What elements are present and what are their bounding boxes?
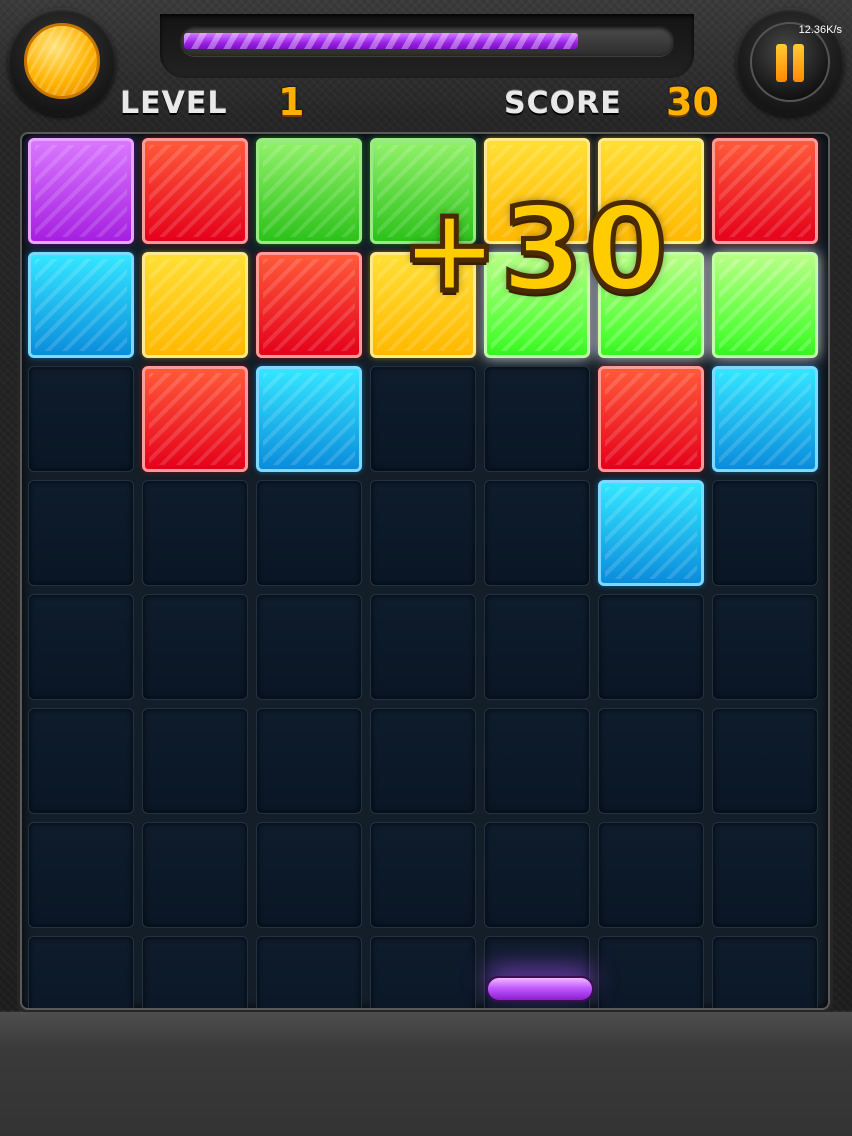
level-progress-bar: [180, 26, 674, 56]
green-block[interactable]: [712, 252, 818, 358]
empty-cell: [28, 366, 134, 472]
empty-cell: [256, 594, 362, 700]
empty-cell: [712, 936, 818, 1008]
empty-cell: [598, 936, 704, 1008]
empty-cell: [370, 480, 476, 586]
blue-block[interactable]: [598, 480, 704, 586]
empty-cell: [598, 594, 704, 700]
score-label: SCORE: [504, 86, 622, 121]
empty-cell: [256, 822, 362, 928]
empty-cell: [370, 594, 476, 700]
level-label: LEVEL: [120, 86, 228, 121]
empty-cell: [484, 480, 590, 586]
empty-cell: [28, 936, 134, 1008]
yellow-block[interactable]: [142, 252, 248, 358]
empty-cell: [142, 594, 248, 700]
empty-cell: [370, 936, 476, 1008]
level-progress-fill: [184, 33, 578, 49]
game-header: 12.36K/s LEVEL 1 SCORE 30: [0, 0, 852, 132]
pause-icon: [793, 44, 804, 82]
yellow-block[interactable]: [370, 252, 476, 358]
empty-cell: [370, 366, 476, 472]
empty-cell: [370, 708, 476, 814]
red-block[interactable]: [142, 138, 248, 244]
level-progress-holder: [160, 14, 694, 78]
blue-block[interactable]: [256, 366, 362, 472]
gold-coin-icon[interactable]: [24, 23, 100, 99]
empty-cell: [256, 708, 362, 814]
empty-cell: [28, 480, 134, 586]
empty-cell: [28, 822, 134, 928]
empty-cell: [712, 594, 818, 700]
game-screen: 12.36K/s LEVEL 1 SCORE 30 +30: [0, 0, 852, 1136]
empty-cell: [28, 708, 134, 814]
empty-cell: [142, 936, 248, 1008]
red-block[interactable]: [142, 366, 248, 472]
score-value: 30: [666, 80, 719, 124]
yellow-block[interactable]: [484, 138, 590, 244]
empty-cell: [484, 708, 590, 814]
empty-cell: [598, 822, 704, 928]
paddle[interactable]: [486, 976, 594, 1002]
green-block[interactable]: [598, 252, 704, 358]
empty-cell: [484, 366, 590, 472]
purple-block[interactable]: [28, 138, 134, 244]
empty-cell: [712, 480, 818, 586]
empty-cell: [256, 480, 362, 586]
bottom-bar: [0, 1012, 852, 1136]
empty-cell: [712, 708, 818, 814]
yellow-block[interactable]: [598, 138, 704, 244]
empty-cell: [142, 480, 248, 586]
pause-icon: [776, 44, 787, 82]
empty-cell: [484, 822, 590, 928]
empty-cell: [142, 822, 248, 928]
level-value: 1: [278, 80, 305, 124]
empty-cell: [142, 708, 248, 814]
network-speed: 12.36K/s: [798, 24, 842, 36]
coin-holder: [8, 8, 116, 116]
blue-block[interactable]: [712, 366, 818, 472]
empty-cell: [28, 594, 134, 700]
empty-cell: [484, 594, 590, 700]
empty-cell: [256, 936, 362, 1008]
red-block[interactable]: [598, 366, 704, 472]
green-block[interactable]: [370, 138, 476, 244]
red-block[interactable]: [712, 138, 818, 244]
game-board: [20, 132, 830, 1010]
blue-block[interactable]: [28, 252, 134, 358]
red-block[interactable]: [256, 252, 362, 358]
empty-cell: [370, 822, 476, 928]
green-block[interactable]: [256, 138, 362, 244]
empty-cell: [598, 708, 704, 814]
green-block[interactable]: [484, 252, 590, 358]
empty-cell: [712, 822, 818, 928]
